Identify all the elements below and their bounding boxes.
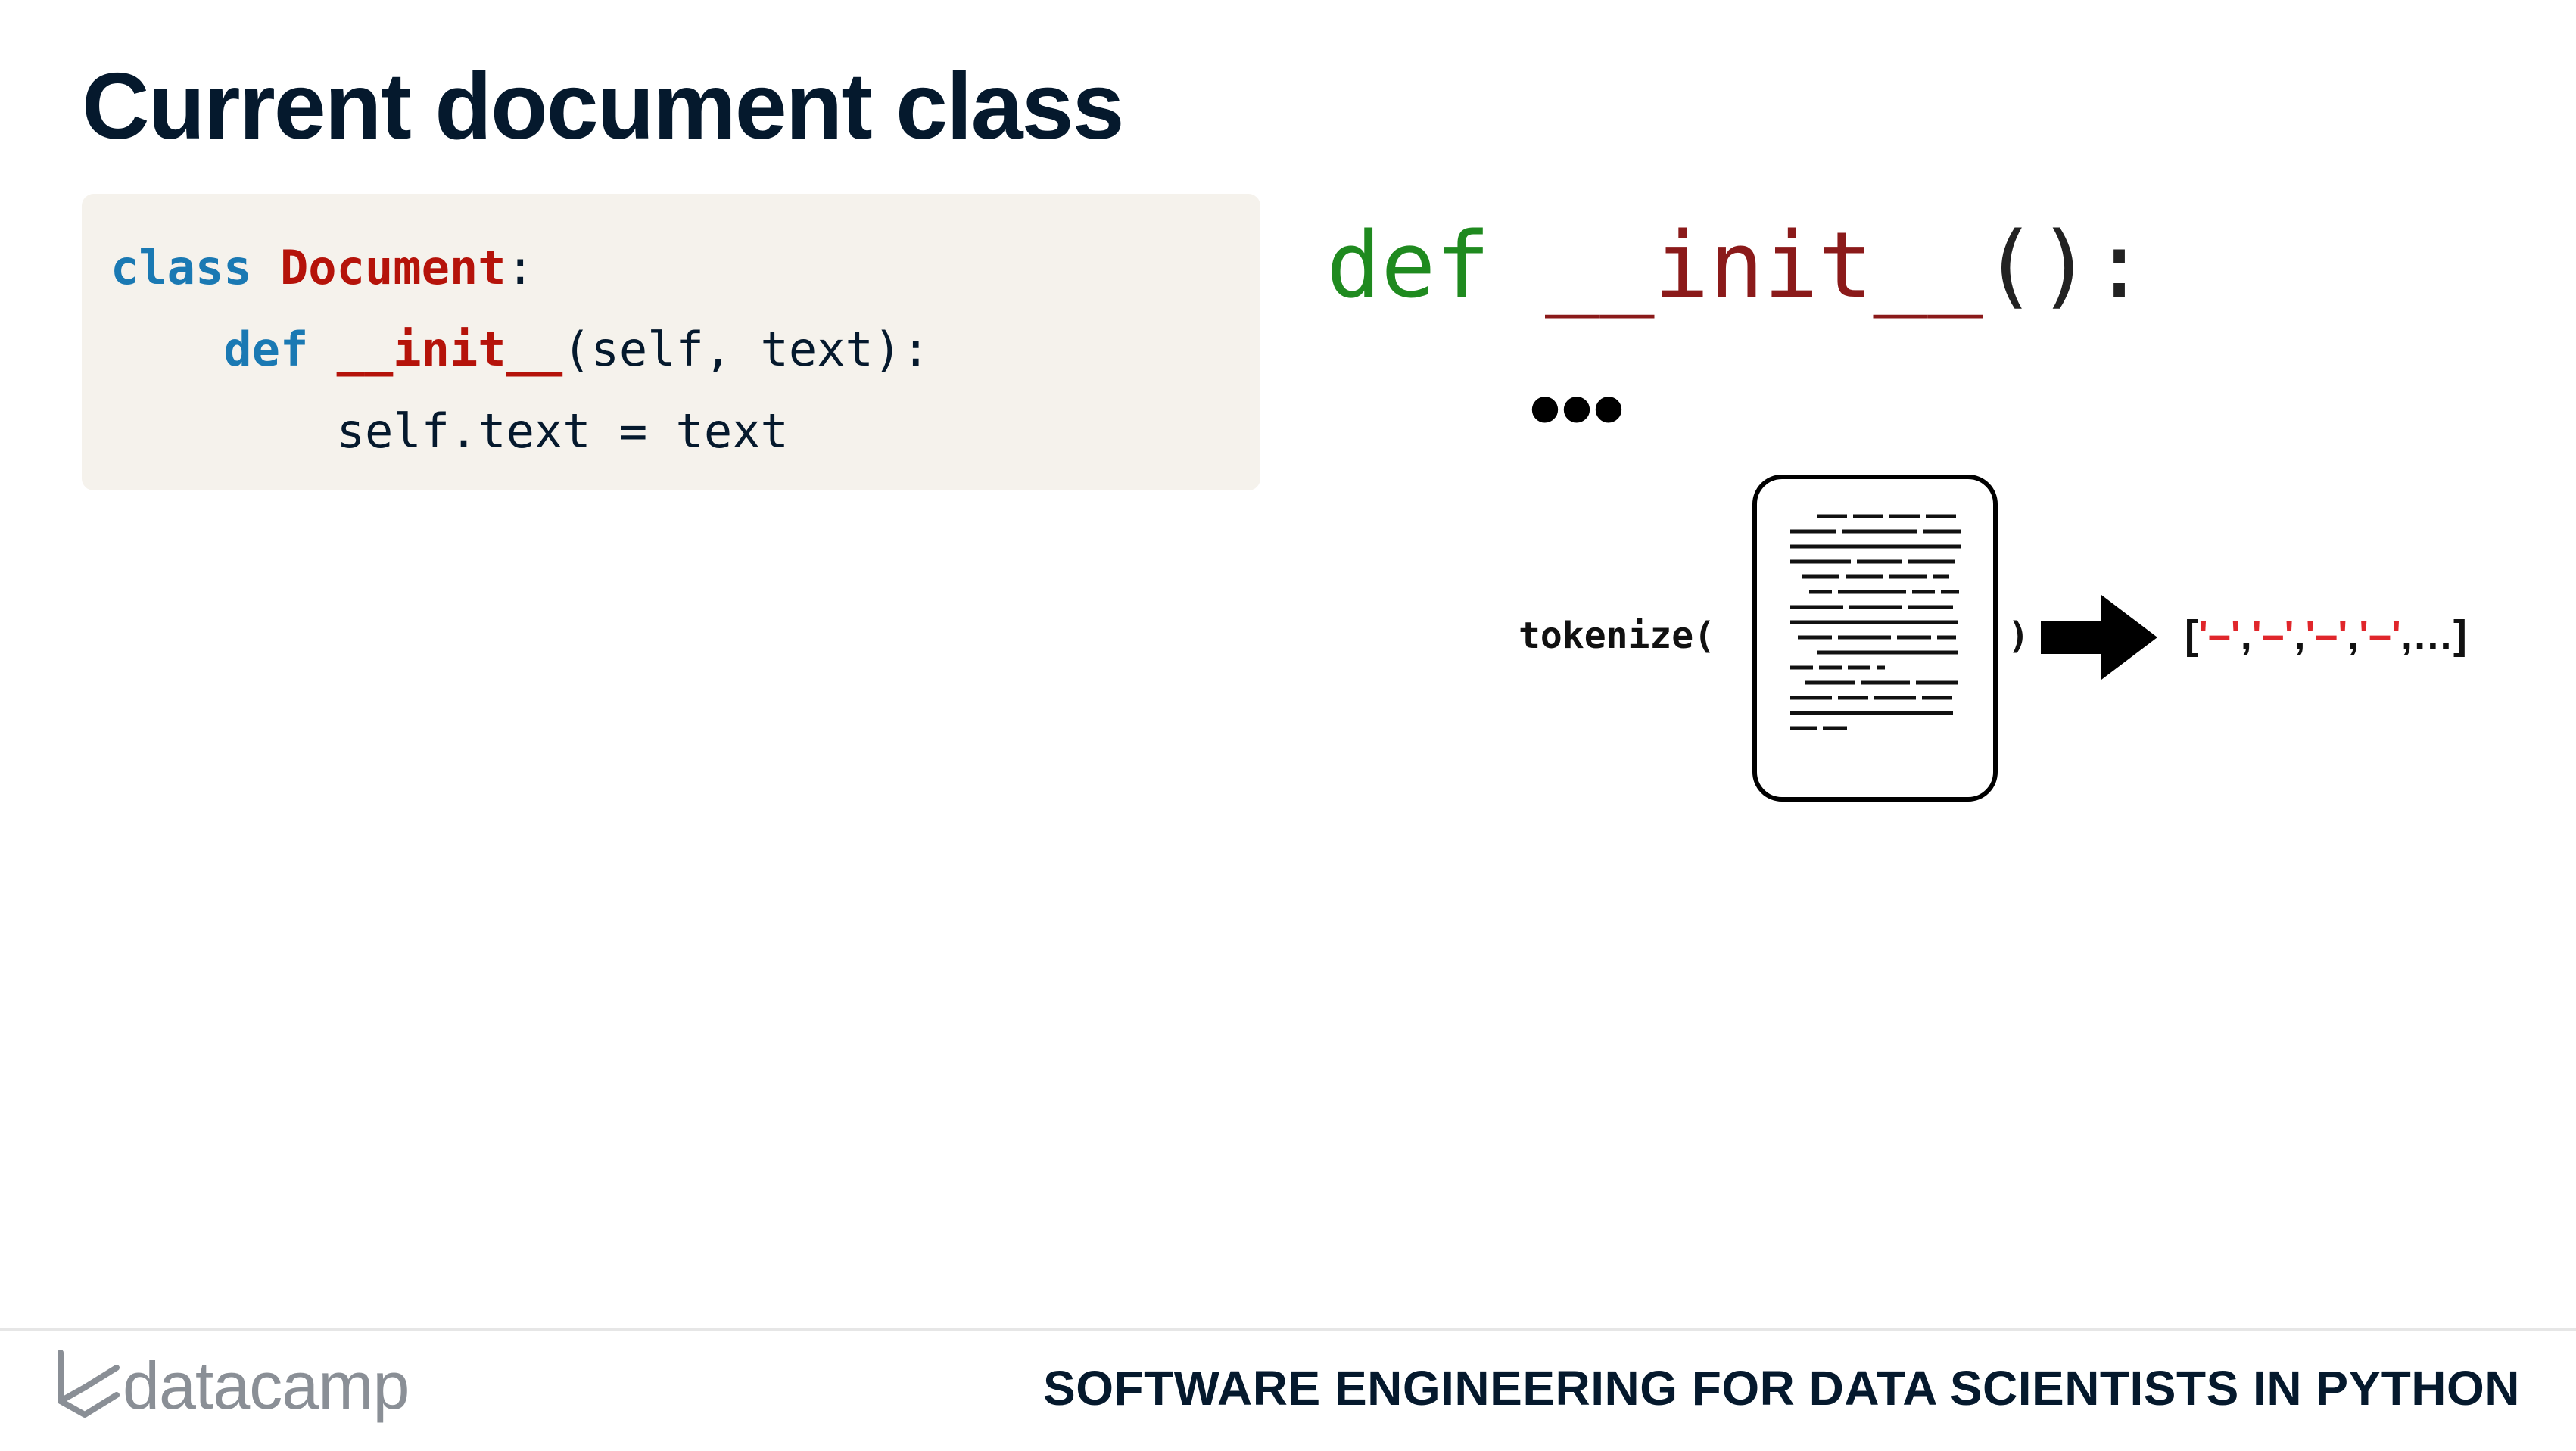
init-tail: (): bbox=[1982, 213, 2147, 319]
token-2: '–' bbox=[2251, 612, 2294, 658]
code-keyword-def: def bbox=[223, 322, 309, 377]
sep-2: , bbox=[2294, 612, 2306, 658]
course-title: SOFTWARE ENGINEERING FOR DATA SCIENTISTS… bbox=[1043, 1361, 2520, 1415]
datacamp-logo-icon bbox=[58, 1350, 120, 1418]
token-3: '–' bbox=[2305, 612, 2348, 658]
code-block: class Document: def __init__(self, text)… bbox=[82, 194, 1260, 490]
ellipsis: ••• bbox=[1529, 358, 1625, 459]
list-open: [ bbox=[2185, 612, 2198, 658]
sep-3: , bbox=[2347, 612, 2360, 658]
sep-1: , bbox=[2240, 612, 2252, 658]
def-keyword: def bbox=[1326, 213, 1490, 319]
token-4: '–' bbox=[2359, 612, 2401, 658]
tokenize-close-paren: ) bbox=[2008, 615, 2029, 657]
footer-divider bbox=[0, 1328, 2576, 1331]
sep-4: , bbox=[2400, 612, 2412, 658]
list-close: …] bbox=[2412, 612, 2467, 658]
token-1: '–' bbox=[2198, 612, 2241, 658]
code-text: class Document: def __init__(self, text)… bbox=[111, 227, 930, 472]
document-icon bbox=[1752, 475, 1998, 802]
code-keyword-class: class bbox=[111, 240, 252, 295]
arrow-right-icon bbox=[2041, 595, 2157, 680]
code-func-name: __init__ bbox=[336, 322, 563, 377]
init-name: __init__ bbox=[1545, 213, 1983, 319]
code-line-3: self.text = text bbox=[111, 403, 789, 459]
tokenize-diagram bbox=[1752, 475, 2157, 802]
datacamp-logo: datacamp bbox=[53, 1347, 410, 1425]
code-class-name: Document bbox=[279, 240, 506, 295]
init-signature: def __init__(): bbox=[1326, 221, 2147, 312]
code-colon: : bbox=[506, 240, 534, 295]
slide-title: Current document class bbox=[82, 54, 1124, 159]
brand-name: datacamp bbox=[123, 1348, 410, 1423]
code-params: (self, text): bbox=[562, 322, 930, 377]
token-list: ['–','–','–','–',…] bbox=[2185, 612, 2467, 659]
